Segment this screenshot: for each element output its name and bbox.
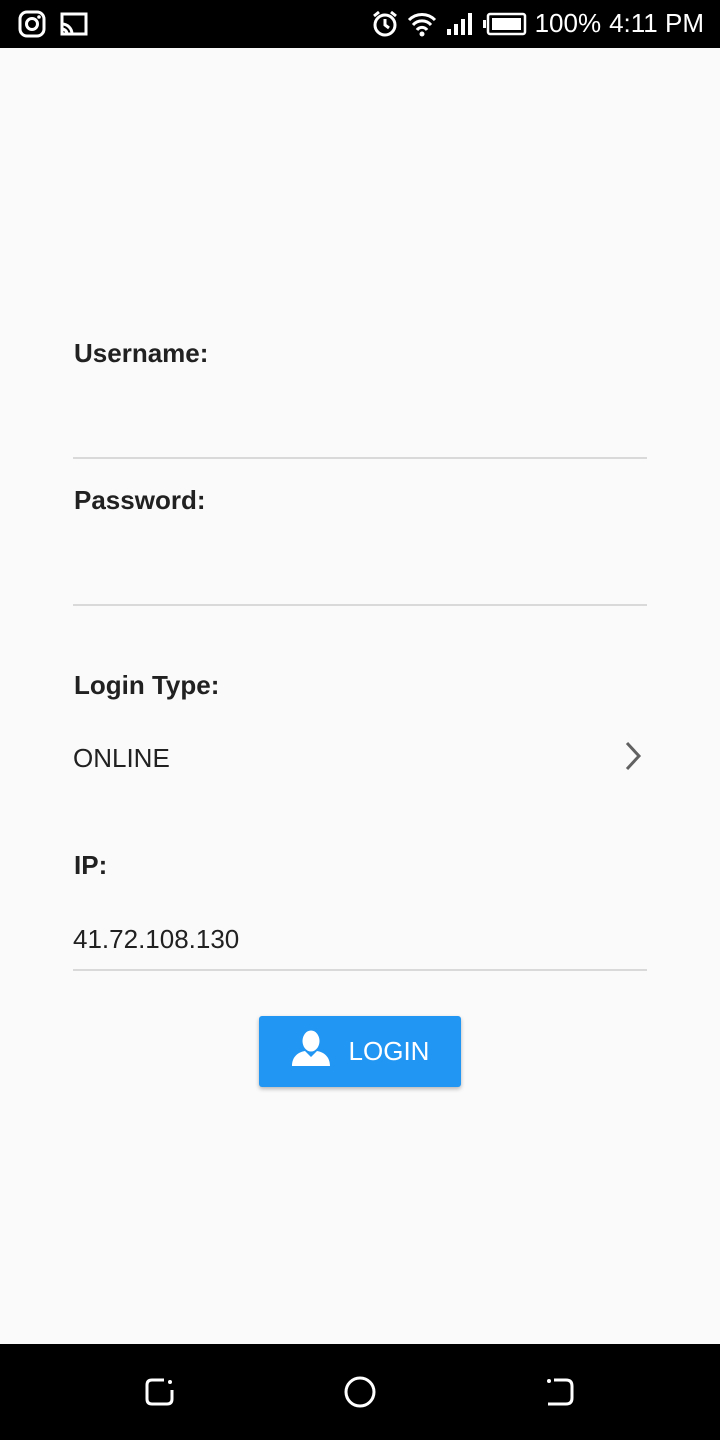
ip-input[interactable] <box>73 916 647 962</box>
password-label: Password: <box>74 485 206 515</box>
login-form: Username: Password: Login Type: ONLINE I… <box>0 48 720 1344</box>
status-bar: 100% 4:11 PM <box>0 0 720 48</box>
wifi-icon <box>407 11 437 37</box>
username-input[interactable] <box>73 408 647 454</box>
person-icon <box>291 1029 331 1074</box>
instagram-icon <box>18 10 46 38</box>
alarm-icon <box>371 10 399 38</box>
battery-percent: 100% <box>534 8 602 38</box>
login-button[interactable]: LOGIN <box>259 1016 461 1087</box>
login-type-value: ONLINE <box>73 742 170 773</box>
signal-icon <box>445 11 475 37</box>
password-underline <box>73 604 647 606</box>
password-input[interactable] <box>73 555 647 601</box>
chevron-right-icon <box>623 740 643 777</box>
recents-icon[interactable] <box>142 1374 178 1410</box>
home-icon[interactable] <box>342 1374 378 1410</box>
login-type-select[interactable]: ONLINE <box>73 728 647 788</box>
back-icon[interactable] <box>542 1374 578 1410</box>
battery-icon <box>482 12 527 36</box>
cast-icon <box>60 10 88 38</box>
ip-label: IP: <box>74 850 108 880</box>
username-underline <box>73 457 647 459</box>
ip-underline <box>73 969 647 971</box>
nav-bar <box>0 1344 720 1440</box>
login-type-label: Login Type: <box>74 670 220 700</box>
username-label: Username: <box>74 338 209 368</box>
clock: 4:11 PM <box>609 8 704 38</box>
login-button-label: LOGIN <box>348 1036 430 1066</box>
